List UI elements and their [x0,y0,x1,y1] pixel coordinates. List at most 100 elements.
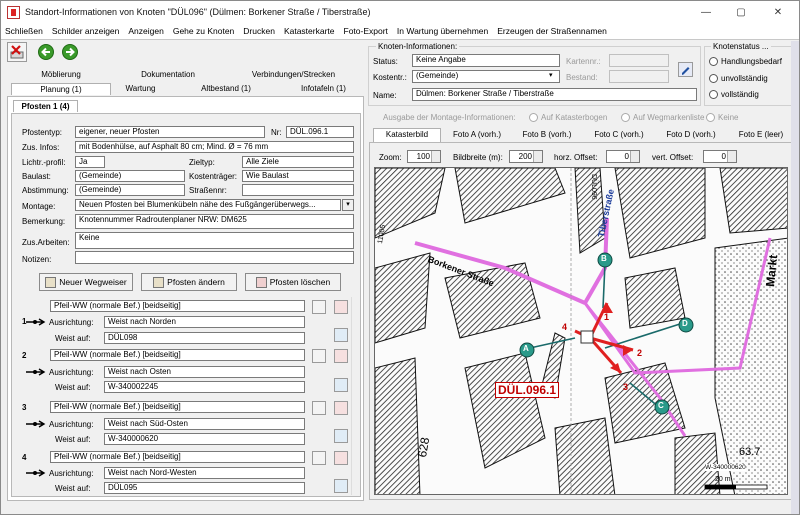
zus-arbeiten-field[interactable]: Keine [75,232,354,249]
edit-wegweiser-icon[interactable] [312,401,326,415]
menu-drucken[interactable]: Drucken [243,26,275,36]
kostentr-dropdown[interactable]: (Gemeinde) [412,70,560,83]
tab-moeblierung[interactable]: Möblierung [11,69,111,81]
baulast-field[interactable]: (Gemeinde) [75,170,185,182]
pfostentyp-field[interactable]: eigener, neuer Pfosten [75,126,265,138]
menu-schilder[interactable]: Schilder anzeigen [52,26,120,36]
wegweiser-3-typ[interactable]: Pfeil-WW (normale Bef.) [beidseitig] [50,401,305,413]
marker-d[interactable]: D [682,319,688,328]
tab-foto-d[interactable]: Foto D (vorh.) [657,129,725,141]
tab-foto-c[interactable]: Foto C (vorh.) [584,129,654,141]
lichtprofil-field[interactable]: Ja [75,156,105,168]
wegweiser-scrollbar[interactable] [351,297,360,495]
horz-offset-input[interactable]: 0 [606,150,640,163]
menu-anzeigen[interactable]: Anzeigen [128,26,163,36]
menu-gehe-zu[interactable]: Gehe zu Knoten [173,26,234,36]
wegweiser-4-ausrichtung[interactable]: Weist nach Nord-Westen [104,467,305,479]
tab-foto-b[interactable]: Foto B (vorh.) [513,129,581,141]
tab-infotafeln[interactable]: Infotafeln (1) [286,83,361,95]
wegweiser-2-typ[interactable]: Pfeil-WW (normale Bef.) [beidseitig] [50,349,305,361]
pdw-icon[interactable] [334,479,348,493]
back-button[interactable] [38,44,54,60]
delete-wegweiser-icon[interactable] [334,401,348,415]
menu-schliessen[interactable]: Schließen [5,26,43,36]
close-icon[interactable]: ✕ [763,1,793,23]
bestand-field[interactable] [609,70,669,83]
zus-infos-field[interactable]: mit Bodenhülse, auf Asphalt 80 cm; Mind.… [75,141,354,153]
tab-planung[interactable]: Planung (1) [11,83,111,95]
tab-wartung[interactable]: Wartung [113,83,168,95]
vert-offset-label: vert. Offset: [652,153,694,162]
wegweiser-1-typ[interactable]: Pfeil-WW (normale Bef.) [beidseitig] [50,300,305,312]
wegweiser-1-weist[interactable]: DÜL098 [104,332,305,344]
delete-wegweiser-icon[interactable] [334,451,348,465]
pfosten-aendern-button[interactable]: Pfosten ändern [141,273,237,291]
kartennr-field[interactable] [609,54,669,67]
status-field[interactable]: Keine Angabe [412,54,560,67]
radio-katasterbogen[interactable] [529,113,538,122]
wegweiser-2-weist[interactable]: W-340002245 [104,381,305,393]
tab-verbindungen[interactable]: Verbindungen/Strecken [226,69,361,81]
strassennr-field[interactable] [242,184,354,196]
wegweiser-4-typ[interactable]: Pfeil-WW (normale Bef.) [beidseitig] [50,451,305,463]
tab-altbestand[interactable]: Altbestand (1) [191,83,261,95]
tab-foto-e[interactable]: Foto E (leer) [728,129,794,141]
chevron-down-icon[interactable]: ▾ [549,71,553,79]
edit-wegweiser-icon[interactable] [312,451,326,465]
menu-foto-export[interactable]: Foto-Export [344,26,388,36]
edit-knoten-icon[interactable] [678,62,693,77]
zieltyp-field[interactable]: Alle Ziele [242,156,354,168]
menu-katasterkarte[interactable]: Katasterkarte [284,26,335,36]
kataster-map[interactable]: Borkener Straße Tiberstraße Markt DÜL096… [374,167,788,495]
pfosten-loeschen-button[interactable]: Pfosten löschen [245,273,341,291]
forward-button[interactable] [62,44,78,60]
wegweiser-4-number: 4 [22,453,27,462]
menu-strassennamen[interactable]: Erzeugen der Straßennamen [497,26,607,36]
marker-a[interactable]: A [523,344,529,353]
montage-field[interactable]: Neuen Pfosten bei Blumenkübeln nähe des … [75,199,341,211]
marker-b[interactable]: B [601,254,607,263]
tab-katasterbild[interactable]: Katasterbild [373,128,441,142]
arrow-2-label: 2 [637,348,643,358]
tab-pfosten-1[interactable]: Pfosten 1 (4) [13,100,78,112]
radio-handlungsbedarf[interactable] [709,57,718,66]
wegweiser-2-number: 2 [22,351,27,360]
notizen-field[interactable] [75,251,354,264]
edit-wegweiser-icon[interactable] [312,300,326,314]
wegweiser-4-weist[interactable]: DÜL095 [104,482,305,494]
tab-dokumentation[interactable]: Dokumentation [113,69,223,81]
bemerkung-field[interactable]: Knotennummer Radroutenplaner NRW: DM625 [75,214,354,229]
pdw-icon[interactable] [334,378,348,392]
radio-vollstaendig[interactable] [709,90,718,99]
abstimmung-field[interactable]: (Gemeinde) [75,184,185,196]
vert-offset-input[interactable]: 0 [703,150,737,163]
radio-wegmarkenliste[interactable] [621,113,630,122]
tab-foto-a[interactable]: Foto A (vorh.) [444,129,510,141]
neuer-wegweiser-button[interactable]: Neuer Wegweiser [39,273,133,291]
delete-wegweiser-icon[interactable] [334,349,348,363]
name-label: Name: [373,91,397,100]
edit-wegweiser-icon[interactable] [312,349,326,363]
pdw-icon[interactable] [334,328,348,342]
name-field[interactable]: Dülmen: Borkener Straße / Tiberstraße [412,88,697,101]
delete-wegweiser-icon[interactable] [334,300,348,314]
minimize-icon[interactable]: — [691,1,721,23]
wegweiser-1-ausrichtung[interactable]: Weist nach Norden [104,316,305,328]
marker-c[interactable]: C [658,401,664,410]
toolbar-close-button[interactable] [7,42,27,62]
zoom-input[interactable]: 100 [407,150,441,163]
wegweiser-3-number: 3 [22,403,27,412]
radio-keine[interactable] [706,113,715,122]
abstimmung-label: Abstimmung: [22,186,69,195]
bildbreite-input[interactable]: 200 [509,150,543,163]
kostentraeger-field[interactable]: Wie Baulast [242,170,354,182]
radio-unvollstaendig[interactable] [709,74,718,83]
wegweiser-3-weist[interactable]: W-340000620 [104,433,305,445]
wegweiser-2-ausrichtung[interactable]: Weist nach Osten [104,366,305,378]
menu-wartung[interactable]: In Wartung übernehmen [397,26,488,36]
montage-dropdown-icon[interactable]: ▾ [342,199,354,211]
nr-field[interactable]: DÜL.096.1 [286,126,354,138]
pdw-icon[interactable] [334,429,348,443]
maximize-icon[interactable]: ▢ [726,1,756,23]
wegweiser-3-ausrichtung[interactable]: Weist nach Süd-Osten [104,418,305,430]
